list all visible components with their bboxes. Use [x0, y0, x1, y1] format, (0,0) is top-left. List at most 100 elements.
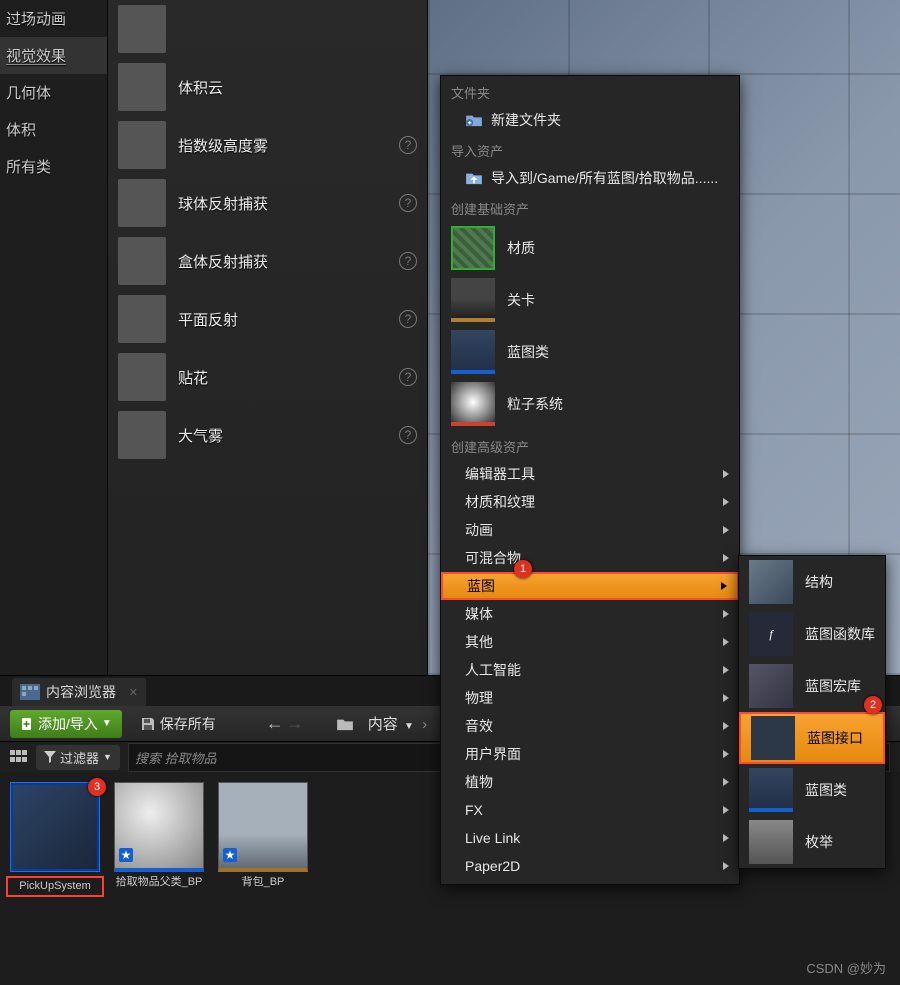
menu-import-to[interactable]: 导入到/Game/所有蓝图/拾取物品...... — [441, 164, 739, 192]
asset-label: 指数级高度雾 — [178, 135, 268, 156]
chevron-right-icon — [721, 582, 727, 590]
menu-fx[interactable]: FX — [441, 796, 739, 824]
menu-blueprint-class[interactable]: 蓝图类 — [441, 326, 739, 378]
menu-label: 导入到/Game/所有蓝图/拾取物品...... — [491, 168, 718, 188]
menu-label: Paper2D — [465, 858, 520, 874]
menu-动画[interactable]: 动画 — [441, 516, 739, 544]
tab-label: 内容浏览器 — [46, 682, 116, 702]
asset-row-planar-reflection[interactable]: 平面反射 ? — [108, 290, 427, 348]
decal-icon — [118, 353, 166, 401]
menu-物理[interactable]: 物理 — [441, 684, 739, 712]
menu-人工智能[interactable]: 人工智能 — [441, 656, 739, 684]
nav-back-icon[interactable]: ← — [266, 713, 284, 734]
category-sidebar: 过场动画 视觉效果 几何体 体积 所有类 — [0, 0, 108, 675]
caret-down-icon: ▼ — [404, 721, 414, 732]
menu-paper2d[interactable]: Paper2D — [441, 852, 739, 880]
menu-label: 媒体 — [465, 604, 493, 624]
breadcrumb[interactable]: 内容 ▼ › — [368, 713, 427, 734]
menu-live link[interactable]: Live Link — [441, 824, 739, 852]
menu-particle-system[interactable]: 粒子系统 — [441, 378, 739, 430]
asset-card-背包_BP[interactable]: ★背包_BP — [218, 782, 308, 897]
help-icon[interactable]: ? — [399, 194, 417, 212]
menu-可混合物[interactable]: 可混合物 — [441, 544, 739, 572]
folder-icon[interactable] — [336, 717, 354, 731]
help-icon[interactable]: ? — [399, 426, 417, 444]
help-icon[interactable]: ? — [399, 252, 417, 270]
asset-row-exp-height-fog[interactable]: 指数级高度雾 ? — [108, 116, 427, 174]
close-icon[interactable]: ✕ — [129, 686, 138, 699]
menu-其他[interactable]: 其他 — [441, 628, 739, 656]
category-volumes[interactable]: 体积 — [0, 111, 107, 148]
menu-编辑器工具[interactable]: 编辑器工具 — [441, 460, 739, 488]
category-all-classes[interactable]: 所有类 — [0, 148, 107, 185]
submenu-枚举[interactable]: 枚举 — [739, 816, 885, 868]
save-icon — [140, 716, 156, 732]
star-icon: ★ — [119, 848, 133, 862]
menu-蓝图[interactable]: 蓝图 — [441, 572, 739, 600]
submenu-label: 蓝图接口 — [807, 728, 863, 748]
submenu-icon — [751, 716, 795, 760]
submenu-icon — [749, 560, 793, 604]
help-icon[interactable]: ? — [399, 136, 417, 154]
asset-row[interactable] — [108, 0, 427, 58]
nav-forward-icon[interactable]: → — [286, 713, 304, 734]
menu-label: 蓝图类 — [507, 342, 549, 362]
menu-new-folder[interactable]: 新建文件夹 — [441, 106, 739, 134]
asset-row-volumetric-cloud[interactable]: 体积云 — [108, 58, 427, 116]
submenu-label: 蓝图函数库 — [805, 624, 875, 644]
star-icon: ★ — [223, 848, 237, 862]
asset-row-sphere-reflection[interactable]: 球体反射捕获 ? — [108, 174, 427, 232]
menu-material[interactable]: 材质 — [441, 222, 739, 274]
menu-label: 新建文件夹 — [491, 110, 561, 130]
import-icon — [465, 171, 483, 185]
asset-row-atmos-fog[interactable]: 大气雾 ? — [108, 406, 427, 464]
menu-label: 编辑器工具 — [465, 464, 535, 484]
submenu-蓝图接口[interactable]: 蓝图接口 — [739, 712, 885, 764]
tile-view-icon[interactable] — [10, 750, 28, 764]
category-cinematics[interactable]: 过场动画 — [0, 0, 107, 37]
chevron-right-icon — [723, 722, 729, 730]
add-import-button[interactable]: 添加/导入 ▼ — [10, 710, 122, 738]
section-advanced: 创建高级资产 — [441, 430, 739, 460]
menu-level[interactable]: 关卡 — [441, 274, 739, 326]
asset-thumb — [10, 782, 100, 872]
filters-button[interactable]: 过滤器 ▼ — [36, 745, 120, 770]
menu-label: 材质 — [507, 238, 535, 258]
asset-label: 大气雾 — [178, 425, 223, 446]
submenu-icon — [749, 820, 793, 864]
category-geometry[interactable]: 几何体 — [0, 74, 107, 111]
folder-plus-icon — [465, 113, 483, 127]
save-all-button[interactable]: 保存所有 — [130, 710, 226, 738]
help-icon[interactable]: ? — [399, 310, 417, 328]
submenu-label: 蓝图宏库 — [805, 676, 861, 696]
asset-label: 球体反射捕获 — [178, 193, 268, 214]
chevron-right-icon — [723, 610, 729, 618]
submenu-蓝图类[interactable]: 蓝图类 — [739, 764, 885, 816]
asset-card-PickUpSystem[interactable]: PickUpSystem3 — [10, 782, 100, 897]
nav-arrows: ← → — [266, 713, 304, 734]
chevron-right-icon — [723, 526, 729, 534]
asset-card-拾取物品父类_BP[interactable]: ★拾取物品父类_BP — [114, 782, 204, 897]
menu-音效[interactable]: 音效 — [441, 712, 739, 740]
asset-row-box-reflection[interactable]: 盒体反射捕获 ? — [108, 232, 427, 290]
menu-材质和纹理[interactable]: 材质和纹理 — [441, 488, 739, 516]
submenu-结构[interactable]: 结构 — [739, 556, 885, 608]
help-icon[interactable]: ? — [399, 368, 417, 386]
watermark: CSDN @妙为 — [806, 958, 886, 977]
menu-label: 蓝图 — [467, 576, 495, 596]
material-icon — [451, 226, 495, 270]
chevron-right-icon — [723, 498, 729, 506]
menu-label: 粒子系统 — [507, 394, 563, 414]
menu-用户界面[interactable]: 用户界面 — [441, 740, 739, 768]
breadcrumb-label: 内容 — [368, 716, 398, 733]
submenu-label: 结构 — [805, 572, 833, 592]
tab-content-browser[interactable]: 内容浏览器 ✕ — [12, 678, 146, 706]
category-visual-effects[interactable]: 视觉效果 — [0, 37, 107, 74]
menu-媒体[interactable]: 媒体 — [441, 600, 739, 628]
asset-row-decal[interactable]: 贴花 ? — [108, 348, 427, 406]
asset-label: 体积云 — [178, 77, 223, 98]
menu-植物[interactable]: 植物 — [441, 768, 739, 796]
submenu-蓝图函数库[interactable]: f蓝图函数库 — [739, 608, 885, 660]
button-label: 保存所有 — [160, 714, 216, 734]
blueprint-submenu: 结构 f蓝图函数库蓝图宏库蓝图接口蓝图类枚举 — [738, 555, 886, 869]
